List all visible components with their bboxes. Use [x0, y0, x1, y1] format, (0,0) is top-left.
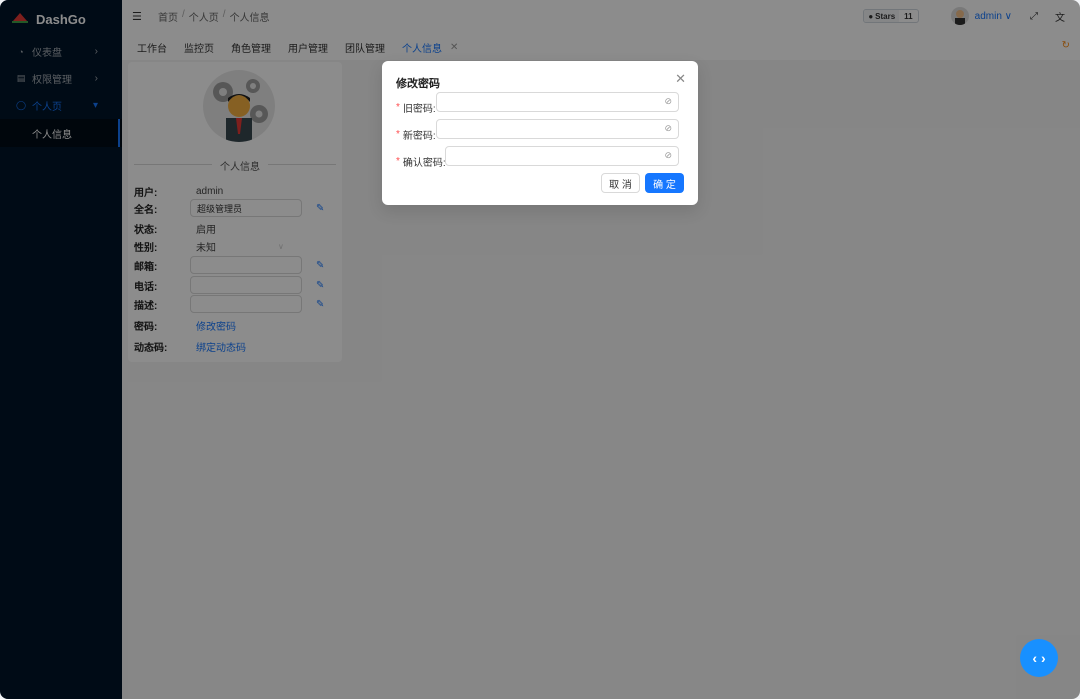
code-float-button[interactable]: ‹ › [1020, 639, 1058, 677]
close-icon[interactable]: ✕ [675, 71, 686, 87]
eye-invisible-icon[interactable]: ⊘ [664, 150, 672, 161]
required-mark: * [396, 101, 400, 113]
app-window: DashGo ◔ 仪表盘 › ▤ 权限管理 › ◯ 个人页 ▾ 个人信息 ☰ 首… [0, 0, 1080, 699]
required-mark: * [396, 128, 400, 140]
required-mark: * [396, 155, 400, 167]
confirm-password-label: 确认密码: [402, 157, 446, 169]
eye-invisible-icon[interactable]: ⊘ [664, 123, 672, 134]
eye-invisible-icon[interactable]: ⊘ [664, 96, 672, 107]
new-password-input[interactable]: ⊘ [436, 119, 679, 139]
new-password-row: * 新密码: [396, 124, 436, 144]
confirm-password-input[interactable]: ⊘ [445, 146, 679, 166]
code-icon: ‹ › [1032, 650, 1046, 666]
ok-button[interactable]: 确 定 [645, 173, 684, 193]
confirm-password-row: * 确认密码: [396, 151, 446, 171]
old-password-label: 旧密码: [402, 103, 436, 115]
new-password-label: 新密码: [402, 130, 436, 142]
old-password-input[interactable]: ⊘ [436, 92, 679, 112]
old-password-row: * 旧密码: [396, 97, 436, 117]
modal-title: 修改密码 [396, 78, 440, 90]
change-password-modal: 修改密码 ✕ * 旧密码: ⊘ * 新密码: ⊘ * 确认密码: ⊘ 取 消 确… [382, 61, 698, 205]
cancel-button[interactable]: 取 消 [601, 173, 640, 193]
